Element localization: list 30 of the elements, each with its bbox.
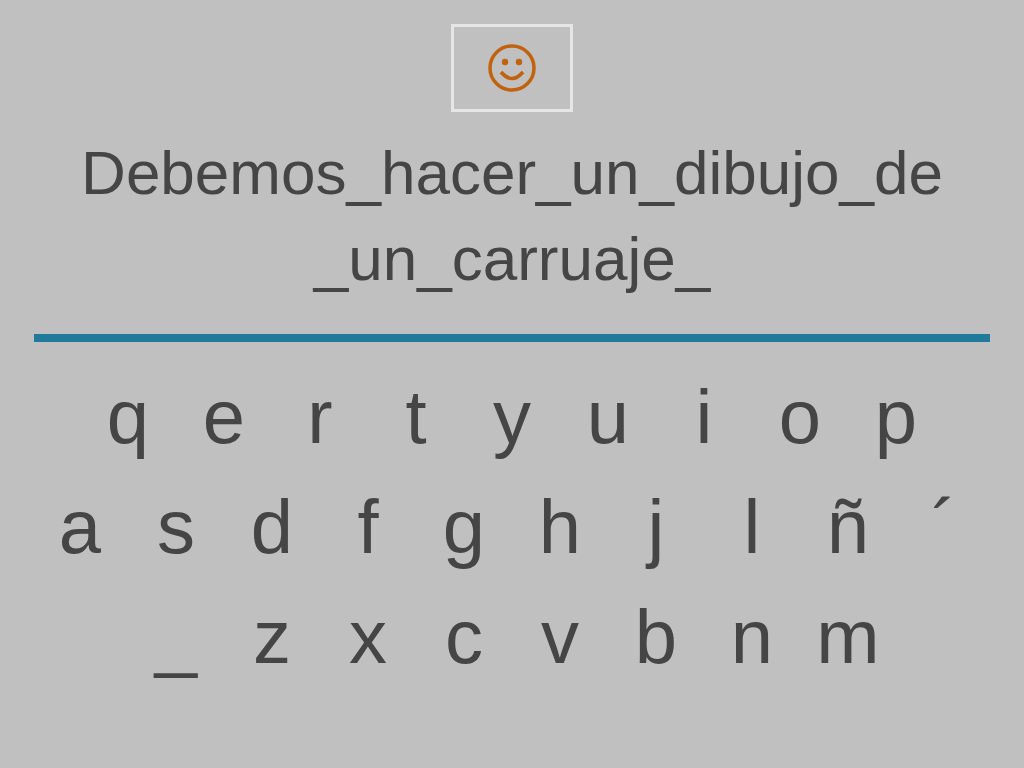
letter-key[interactable]: o — [755, 362, 845, 472]
smiley-icon — [487, 43, 537, 93]
letter-key[interactable]: j — [611, 472, 701, 582]
letter-key[interactable]: x — [323, 582, 413, 692]
letter-key[interactable]: d — [227, 472, 317, 582]
letter-key[interactable]: c — [419, 582, 509, 692]
letter-key[interactable]: a — [35, 472, 125, 582]
letter-key[interactable]: n — [707, 582, 797, 692]
letter-key[interactable]: y — [467, 362, 557, 472]
sentence-text: Debemos_hacer_un_dibujo_de_un_carruaje_ — [80, 137, 944, 295]
letter-key[interactable]: s — [131, 472, 221, 582]
smiley-button[interactable] — [451, 24, 573, 112]
letter-key[interactable]: f — [323, 472, 413, 582]
letter-key[interactable]: l — [707, 472, 797, 582]
letter-key[interactable]: q — [83, 362, 173, 472]
letter-key[interactable]: z — [227, 582, 317, 692]
letter-key[interactable]: m — [803, 582, 893, 692]
letter-key[interactable]: h — [515, 472, 605, 582]
letter-key[interactable]: p — [851, 362, 941, 472]
letter-key[interactable]: ´ — [899, 472, 989, 582]
letter-key[interactable]: r — [275, 362, 365, 472]
letter-key[interactable]: _ — [131, 582, 221, 692]
letter-key[interactable]: e — [179, 362, 269, 472]
letter-key[interactable]: g — [419, 472, 509, 582]
letter-key[interactable]: i — [659, 362, 749, 472]
letter-key[interactable]: v — [515, 582, 605, 692]
letter-key[interactable]: ñ — [803, 472, 893, 582]
letter-key[interactable]: t — [371, 362, 461, 472]
letter-key[interactable]: b — [611, 582, 701, 692]
letter-key[interactable]: u — [563, 362, 653, 472]
